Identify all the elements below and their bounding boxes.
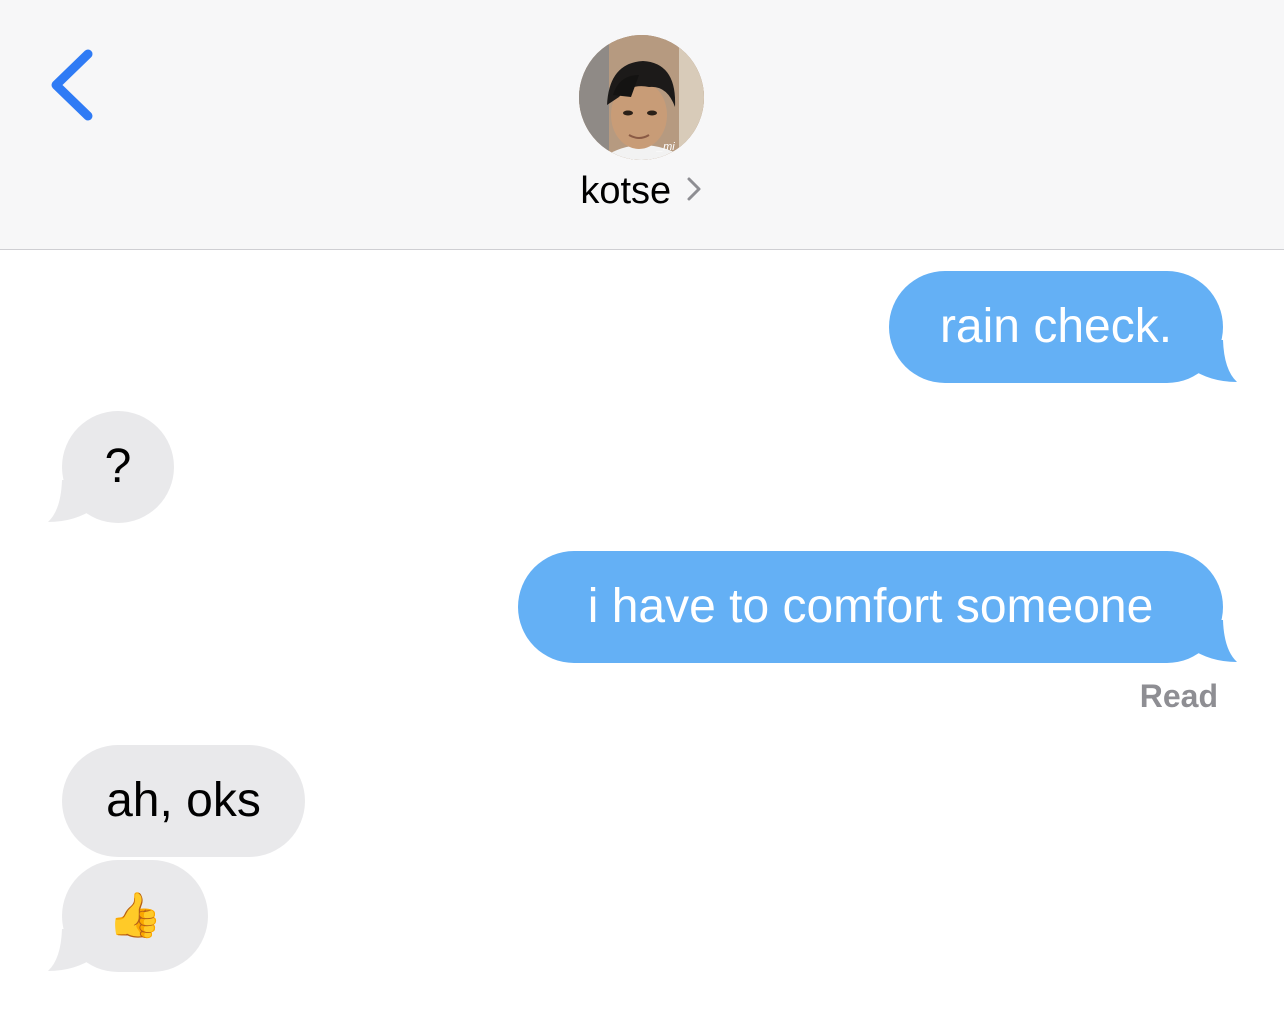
chevron-right-icon — [684, 174, 704, 209]
message-text: ? — [104, 440, 132, 493]
contact-info-button[interactable]: kotse — [0, 170, 1284, 213]
message-bubble-sent[interactable]: i have to comfort someone — [518, 551, 1223, 663]
message-text: ah, oks — [106, 774, 261, 827]
message-text: i have to comfort someone — [587, 580, 1154, 633]
bubble-tail — [1190, 340, 1237, 382]
bubble-tail — [48, 480, 95, 522]
contact-avatar[interactable]: _mi — [579, 35, 704, 160]
read-receipt: Read — [1139, 678, 1218, 714]
message-bubble-received[interactable]: ah, oks — [62, 745, 305, 857]
messages-screen: _mi kotse rain check. ? i have to comfor… — [0, 0, 1284, 1010]
bubble-tail — [1190, 620, 1237, 662]
contact-name: kotse — [580, 170, 672, 212]
message-bubble-sent[interactable]: rain check. — [889, 271, 1223, 383]
message-text: rain check. — [939, 300, 1173, 353]
avatar-photo — [579, 35, 704, 160]
avatar-watermark: _mi — [657, 141, 675, 153]
chevron-left-icon — [51, 49, 93, 121]
bubble-tail — [48, 929, 95, 971]
thumbs-up-emoji: 👍 — [107, 891, 163, 940]
back-button[interactable] — [40, 40, 110, 130]
conversation-header: _mi kotse — [0, 0, 1284, 250]
